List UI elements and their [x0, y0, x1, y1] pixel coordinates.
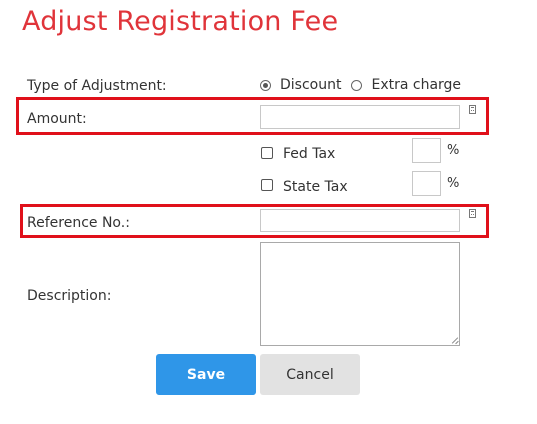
resize-grip-icon[interactable]	[451, 337, 458, 344]
reference-no-input[interactable]	[260, 209, 460, 232]
fed-tax-percent-sign: %	[447, 143, 460, 158]
amount-input[interactable]	[260, 105, 460, 129]
fed-tax-checkbox[interactable]	[261, 147, 273, 159]
page-title: Adjust Registration Fee	[22, 6, 339, 37]
state-tax-percent-input[interactable]	[412, 171, 441, 196]
fed-tax-label: Fed Tax	[283, 146, 336, 162]
fed-tax-percent-input[interactable]	[412, 138, 441, 163]
state-tax-checkbox[interactable]	[261, 179, 273, 191]
description-textarea[interactable]	[260, 242, 460, 346]
cancel-button[interactable]: Cancel	[260, 354, 360, 395]
calculator-icon[interactable]	[469, 209, 476, 218]
state-tax-label: State Tax	[283, 179, 348, 195]
extra-charge-radio-label[interactable]: Extra charge	[371, 77, 461, 93]
description-label: Description:	[27, 288, 112, 304]
extra-charge-radio[interactable]	[351, 79, 363, 91]
save-button[interactable]: Save	[156, 354, 256, 395]
discount-radio[interactable]	[260, 79, 271, 91]
type-of-adjustment-label: Type of Adjustment:	[27, 78, 167, 94]
calculator-icon[interactable]	[469, 105, 476, 114]
reference-no-label: Reference No.:	[27, 215, 130, 231]
state-tax-percent-sign: %	[447, 176, 460, 191]
discount-radio-label[interactable]: Discount	[280, 77, 341, 93]
amount-label: Amount:	[27, 111, 87, 127]
adjustment-type-radio-group: Discount Extra charge	[260, 75, 471, 95]
